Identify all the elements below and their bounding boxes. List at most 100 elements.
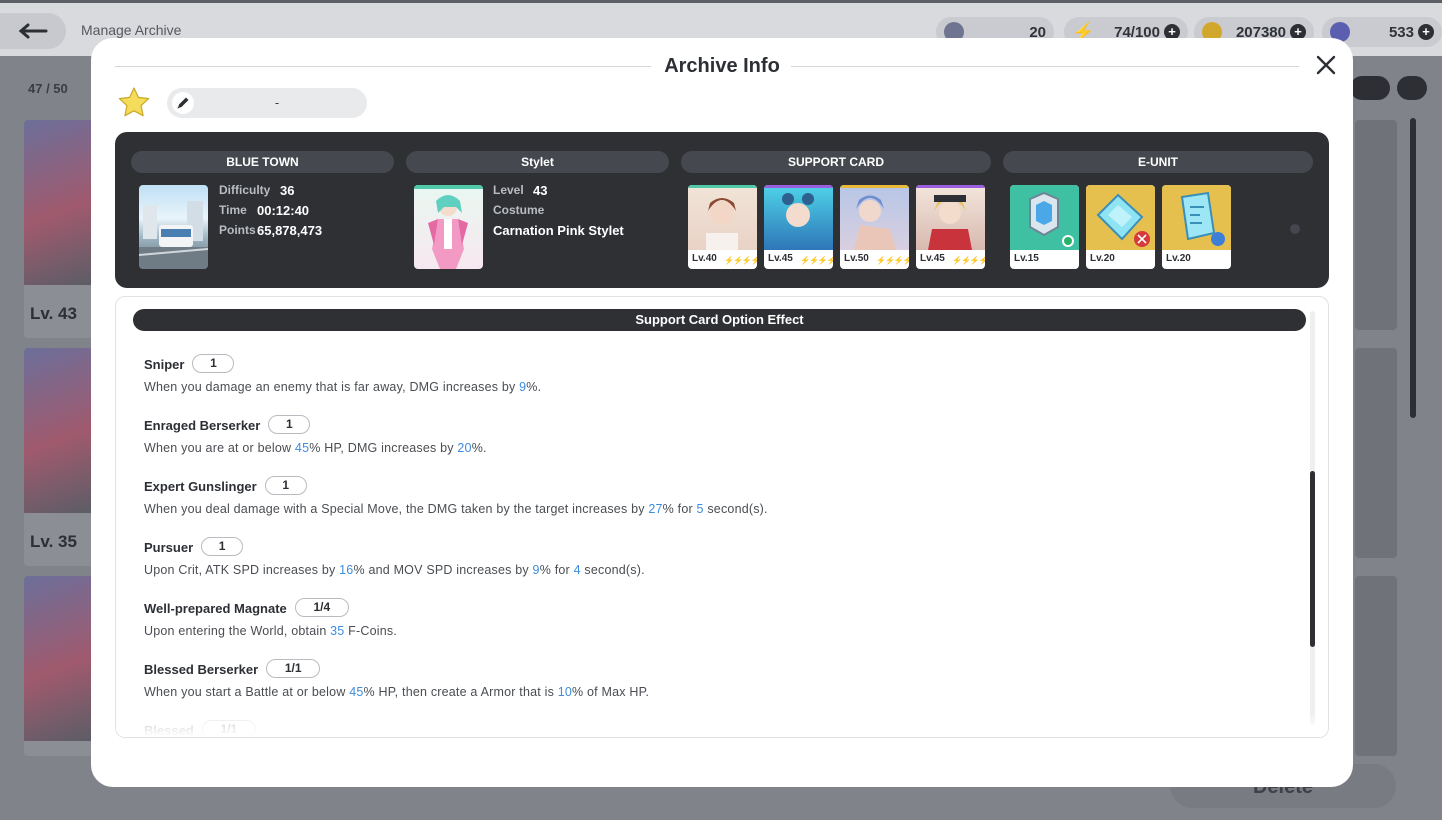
- rank-bolts: ⚡⚡⚡⚡: [876, 256, 909, 265]
- archive-name-field[interactable]: -: [167, 88, 367, 118]
- option-description: When you damage an enemy that is far awa…: [144, 380, 541, 394]
- option-value: 45: [294, 441, 310, 455]
- option-text: Upon entering the World, obtain: [144, 624, 331, 638]
- archive-card[interactable]: Lv. 35: [24, 348, 96, 566]
- option-count-badge: 1: [268, 415, 311, 434]
- e-unit-slot[interactable]: Lv.15: [1010, 185, 1079, 269]
- filter-button[interactable]: [1397, 76, 1427, 100]
- difficulty-value: 36: [280, 183, 295, 198]
- close-icon: [1316, 55, 1336, 75]
- option-value: 16: [339, 563, 354, 577]
- option-text: second(s).: [703, 502, 768, 516]
- archive-card[interactable]: [1355, 120, 1397, 330]
- sort-button[interactable]: [1350, 76, 1390, 100]
- support-card-art: [764, 185, 833, 250]
- points-value: 65,878,473: [257, 223, 323, 238]
- option-text: %.: [526, 380, 542, 394]
- option-value: 27: [648, 502, 663, 516]
- add-gems-button[interactable]: +: [1418, 24, 1434, 40]
- scrollbar-thumb[interactable]: [1310, 471, 1315, 647]
- option-value: 20: [457, 441, 472, 455]
- option-description: Upon Crit, ATK SPD increases by 16% and …: [144, 563, 645, 577]
- back-button[interactable]: [0, 13, 66, 49]
- rank-bolts: ⚡⚡⚡⚡: [800, 256, 833, 265]
- stage-thumbnail: [139, 185, 208, 269]
- support-card-level: Lv.45: [768, 253, 793, 264]
- option-text: When you start a Battle at or below: [144, 685, 350, 699]
- list-scrollbar[interactable]: [1410, 118, 1416, 418]
- option-name: Sniper: [144, 357, 185, 372]
- archive-count: 47 / 50: [28, 81, 68, 96]
- option-description: When you deal damage with a Special Move…: [144, 502, 768, 516]
- option-text: When you deal damage with a Special Move…: [144, 502, 649, 516]
- arrow-left-icon: [18, 23, 48, 39]
- option-name: Expert Gunslinger: [144, 479, 257, 494]
- favorite-button[interactable]: [117, 86, 151, 118]
- stage-image: [139, 201, 208, 269]
- option-name: Pursuer: [144, 540, 194, 555]
- option-name: Enraged Berserker: [144, 418, 261, 433]
- option-text: Upon Crit, ATK SPD increases by: [144, 563, 340, 577]
- costume-value: Carnation Pink Stylet: [493, 223, 624, 238]
- option-value: 9: [532, 563, 540, 577]
- support-card[interactable]: Lv.45 ⚡⚡⚡⚡: [916, 185, 985, 269]
- option-count-badge: 1/4: [294, 598, 349, 617]
- archive-info-dialog: Archive Info - BLUE TOWN Difficulty 36 T…: [91, 38, 1353, 787]
- e-unit-art: [1010, 185, 1079, 250]
- dialog-title: Archive Info: [664, 55, 780, 77]
- difficulty-label: Difficulty: [219, 183, 271, 197]
- option-value: 35: [330, 624, 345, 638]
- support-card-art: [916, 185, 985, 250]
- option-count-badge: 1: [192, 354, 235, 373]
- option-description: When you start a Battle at or below 45% …: [144, 685, 649, 699]
- option-description: When you are at or below 45% HP, DMG inc…: [144, 441, 487, 455]
- option-value: 45: [349, 685, 364, 699]
- option-text: % HP, DMG increases by: [309, 441, 458, 455]
- time-label: Time: [219, 203, 247, 217]
- option-text: F-Coins.: [344, 624, 397, 638]
- character-art: [24, 348, 96, 513]
- archive-card[interactable]: [1355, 576, 1397, 756]
- level-value: 43: [533, 183, 548, 198]
- option-text: When you damage an enemy that is far awa…: [144, 380, 520, 394]
- star-icon: [118, 87, 150, 117]
- costume-label: Costume: [493, 203, 545, 217]
- option-description: Upon entering the World, obtain 35 F-Coi…: [144, 624, 397, 638]
- e-unit-slot[interactable]: Lv.20: [1086, 185, 1155, 269]
- option-count-badge: 1/1: [266, 659, 321, 678]
- option-text: When you are at or below: [144, 441, 295, 455]
- close-button[interactable]: [1313, 52, 1339, 78]
- rank-bolts: ⚡⚡⚡⚡: [724, 256, 757, 265]
- support-card-level: Lv.50: [844, 253, 869, 264]
- stylet-header: Stylet: [406, 151, 669, 173]
- archive-card[interactable]: [1355, 348, 1397, 558]
- support-card[interactable]: Lv.50 ⚡⚡⚡⚡: [840, 185, 909, 269]
- support-card-level: Lv.45: [920, 253, 945, 264]
- character-art: [24, 576, 96, 741]
- option-count-badge: 1: [201, 537, 244, 556]
- e-unit-level: Lv.20: [1166, 253, 1191, 264]
- support-card[interactable]: Lv.40 ⚡⚡⚡⚡: [688, 185, 757, 269]
- support-card[interactable]: Lv.45 ⚡⚡⚡⚡: [764, 185, 833, 269]
- e-unit-header: E-UNIT: [1003, 151, 1313, 173]
- support-card-level: Lv.40: [692, 253, 717, 264]
- support-card-art: [688, 185, 757, 250]
- option-text: %.: [471, 441, 487, 455]
- empty-slot-indicator: [1290, 224, 1300, 234]
- archive-summary-panel: BLUE TOWN Difficulty 36 Time 00:12:40 Po…: [115, 132, 1329, 288]
- option-value: 4: [573, 563, 581, 577]
- option-name: Blessed Berserker: [144, 662, 259, 677]
- option-value: 10: [557, 685, 573, 699]
- option-name: Well-prepared Magnate: [144, 601, 287, 616]
- archive-card[interactable]: Lv. 43: [24, 120, 96, 338]
- archive-card[interactable]: [24, 576, 96, 756]
- points-label: Points: [219, 223, 256, 237]
- e-unit-slot[interactable]: Lv.20: [1162, 185, 1231, 269]
- stylet-thumbnail: [414, 185, 483, 269]
- stylet-portrait: [414, 185, 483, 269]
- option-text: % for: [662, 502, 697, 516]
- option-text: % HP, then create a Armor that is: [363, 685, 558, 699]
- stage-header: BLUE TOWN: [131, 151, 394, 173]
- option-value: 5: [696, 502, 704, 516]
- option-effects-header: Support Card Option Effect: [133, 309, 1306, 331]
